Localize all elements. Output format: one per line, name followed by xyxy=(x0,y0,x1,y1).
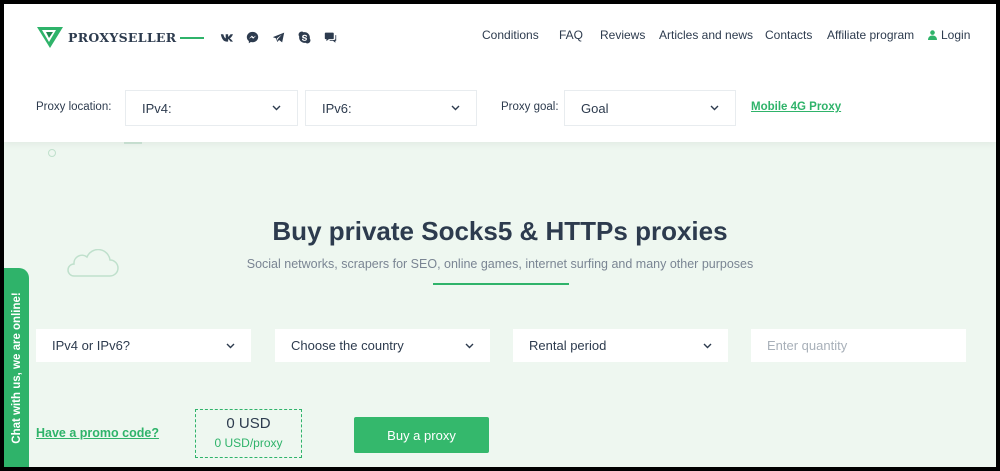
login-label: Login xyxy=(941,28,971,42)
user-icon xyxy=(928,30,937,40)
chat-tab-label: Chat with us, we are online! xyxy=(10,291,23,444)
page-frame: PROXYSELLER Conditions FAQ Reviews Artic… xyxy=(4,4,996,467)
chevron-down-icon xyxy=(465,343,474,348)
vk-icon[interactable] xyxy=(218,29,234,45)
price-per-proxy: 0 USD/proxy xyxy=(214,436,283,450)
nav-affiliate[interactable]: Affiliate program xyxy=(827,28,914,42)
header: PROXYSELLER Conditions FAQ Reviews Artic… xyxy=(4,4,996,142)
nav-faq[interactable]: FAQ xyxy=(559,28,583,42)
proxy-location-label: Proxy location: xyxy=(36,101,112,113)
rental-period-select[interactable]: Rental period xyxy=(513,329,728,362)
proxy-filter-bar: Proxy location: IPv4: IPv6: Proxy goal: … xyxy=(4,90,996,128)
logo[interactable]: PROXYSELLER xyxy=(36,24,176,50)
ipv4-select[interactable]: IPv4: xyxy=(125,90,298,126)
country-value: Choose the country xyxy=(291,338,404,353)
nav-conditions[interactable]: Conditions xyxy=(482,28,539,42)
telegram-icon[interactable] xyxy=(270,29,286,45)
nav-articles[interactable]: Articles and news xyxy=(659,28,753,42)
ip-version-value: IPv4 or IPv6? xyxy=(52,338,131,353)
nav-contacts[interactable]: Contacts xyxy=(765,28,812,42)
mobile-4g-proxy-link[interactable]: Mobile 4G Proxy xyxy=(751,101,841,113)
price-summary: 0 USD 0 USD/proxy xyxy=(195,409,302,458)
proxyseller-logo-icon xyxy=(37,27,63,48)
social-links xyxy=(218,29,338,45)
chevron-down-icon xyxy=(226,343,235,348)
promo-code-link[interactable]: Have a promo code? xyxy=(36,426,159,440)
chevron-down-icon xyxy=(451,105,460,111)
price-total: 0 USD xyxy=(226,415,271,432)
ipv4-select-value: IPv4: xyxy=(142,100,172,116)
nav-login[interactable]: Login xyxy=(928,28,970,42)
hero-underline xyxy=(433,283,569,285)
chat-icon[interactable] xyxy=(322,29,338,45)
chevron-down-icon xyxy=(710,105,719,111)
buy-proxy-button[interactable]: Buy a proxy xyxy=(354,417,489,453)
ip-version-select[interactable]: IPv4 or IPv6? xyxy=(36,329,251,362)
chevron-down-icon xyxy=(272,105,281,111)
logo-divider xyxy=(180,37,204,39)
skype-icon[interactable] xyxy=(296,29,312,45)
goal-select-value: Goal xyxy=(581,100,609,116)
ipv6-select-value: IPv6: xyxy=(322,100,352,116)
decorative-dash xyxy=(124,142,142,144)
nav-reviews[interactable]: Reviews xyxy=(600,28,645,42)
live-chat-tab[interactable]: Chat with us, we are online! xyxy=(4,268,29,467)
brand-name: PROXYSELLER xyxy=(68,29,177,45)
quantity-input[interactable] xyxy=(751,329,966,362)
goal-select[interactable]: Goal xyxy=(564,90,736,126)
ipv6-select[interactable]: IPv6: xyxy=(305,90,477,126)
hero-title: Buy private Socks5 & HTTPs proxies xyxy=(272,216,728,246)
messenger-icon[interactable] xyxy=(244,29,260,45)
rental-period-value: Rental period xyxy=(529,338,607,353)
chevron-down-icon xyxy=(703,343,712,348)
country-select[interactable]: Choose the country xyxy=(275,329,490,362)
proxy-goal-label: Proxy goal: xyxy=(501,101,559,113)
decorative-circle xyxy=(48,149,56,157)
hero-subtitle: Social networks, scrapers for SEO, onlin… xyxy=(246,257,754,271)
